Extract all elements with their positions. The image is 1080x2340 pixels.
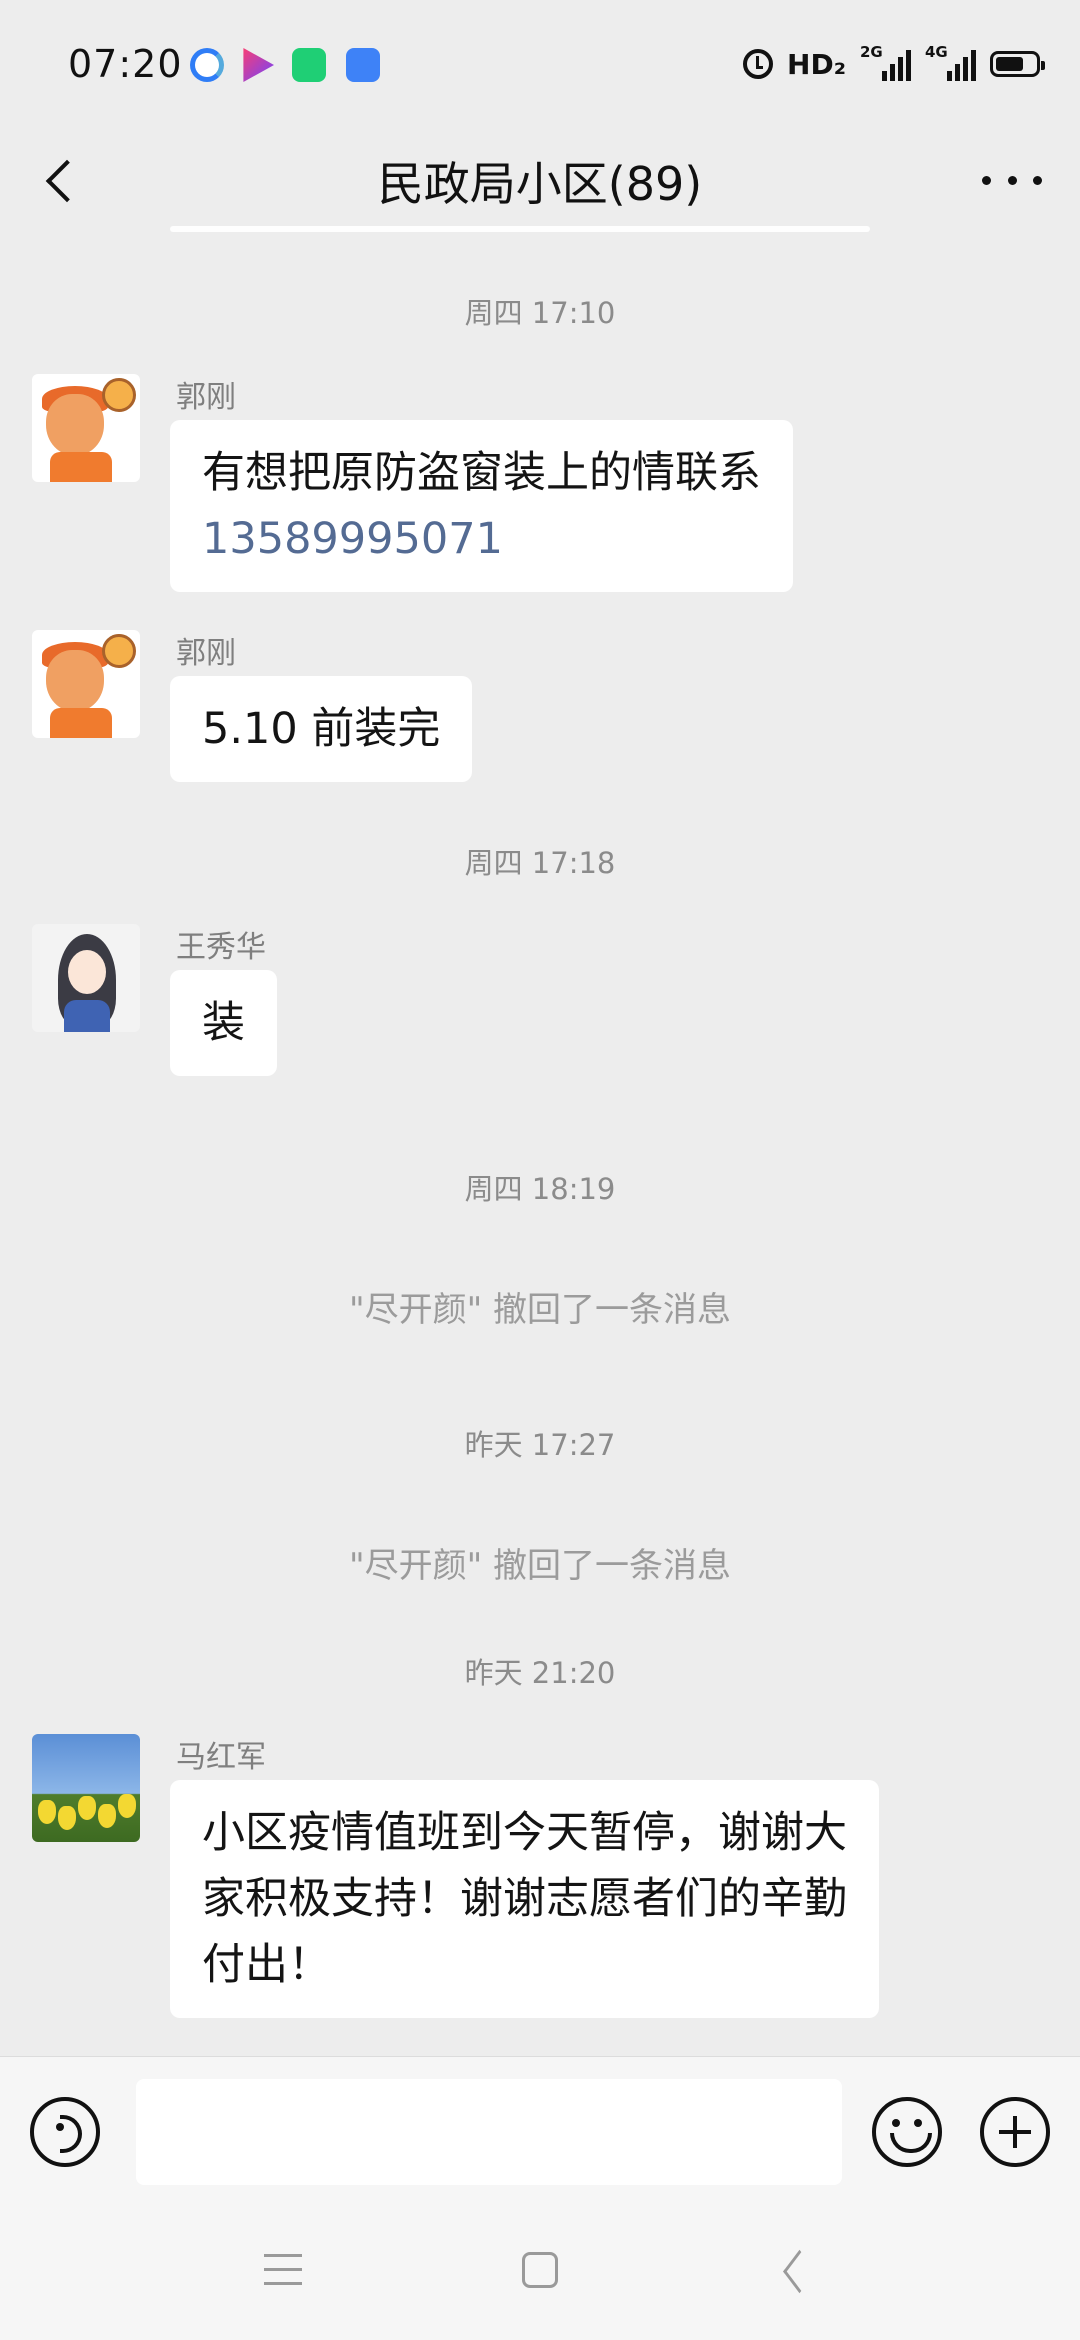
message-input[interactable] [136,2079,842,2185]
battery-icon [990,51,1045,77]
message-text-line: 付出！ [202,1940,331,1990]
sender-name: 郭刚 [176,380,236,415]
message-bubble[interactable]: 有想把原防盗窗装上的情联系 13589995071 [170,420,793,592]
timestamp-separator: 昨天 17:27 [464,1428,616,1462]
recall-notice: "尽开颜" 撤回了一条消息 [348,1546,732,1586]
status-time: 07:20 [68,42,183,86]
message-text: 装 [202,998,245,1048]
recent-apps-icon[interactable] [264,2254,302,2288]
message-bubble[interactable]: 5.10 前装完 [170,676,473,782]
message-text-line: 小区疫情值班到今天暂停，谢谢大 [202,1808,847,1858]
recall-notice: "尽开颜" 撤回了一条消息 [348,1290,732,1330]
status-bar: 07:20 HD₂ 2G 4G [0,0,1080,130]
network-type-label: 2G [860,43,883,61]
message-list[interactable]: 周四 17:10 郭刚 有想把原防盗窗装上的情联系 13589995071 郭刚… [0,232,1080,2052]
avatar[interactable] [32,1734,140,1842]
status-indicators: HD₂ 2G 4G [743,43,1045,84]
sender-name: 马红军 [176,1740,266,1775]
timestamp-separator: 周四 17:10 [464,296,616,330]
video-app-icon [243,48,274,82]
system-navigation-bar [0,2206,1080,2340]
more-options-icon[interactable] [982,160,1042,200]
avatar[interactable] [32,924,140,1032]
alarm-icon [743,49,774,79]
message-bubble[interactable]: 装 [170,970,277,1076]
voice-input-icon[interactable] [30,2097,100,2167]
system-back-icon[interactable] [778,2252,814,2290]
signal-2g-icon: 2G [860,43,911,81]
signal-4g-icon: 4G [925,43,976,81]
sender-name: 王秀华 [176,930,266,965]
message-text: 有想把原防盗窗装上的情联系 [202,448,761,498]
cloud-app-icon [346,48,380,82]
avatar[interactable] [32,374,140,482]
battery-level [996,57,1023,71]
hd-label: HD₂ [787,47,846,81]
phone-number-link[interactable]: 13589995071 [202,506,761,572]
avatar[interactable] [32,630,140,738]
timestamp-separator: 周四 18:19 [464,1172,616,1206]
market-app-icon [292,48,326,82]
network-type-label: 4G [925,43,948,61]
chat-header: 民政局小区(89) [0,130,1080,230]
timestamp-separator: 周四 17:18 [464,846,616,880]
emoji-icon[interactable] [872,2097,942,2167]
timestamp-separator: 昨天 21:20 [464,1656,616,1690]
message-text: 5.10 前装完 [202,704,441,754]
input-bar [0,2056,1080,2206]
chat-title: 民政局小区(89) [377,157,703,211]
message-bubble[interactable]: 小区疫情值班到今天暂停，谢谢大 家积极支持！谢谢志愿者们的辛勤 付出！ [170,1780,879,2018]
home-icon[interactable] [522,2252,558,2288]
message-text-line: 家积极支持！谢谢志愿者们的辛勤 [202,1874,847,1924]
more-actions-plus-icon[interactable] [980,2097,1050,2167]
sender-name: 郭刚 [176,636,236,671]
browser-app-icon [190,48,224,82]
